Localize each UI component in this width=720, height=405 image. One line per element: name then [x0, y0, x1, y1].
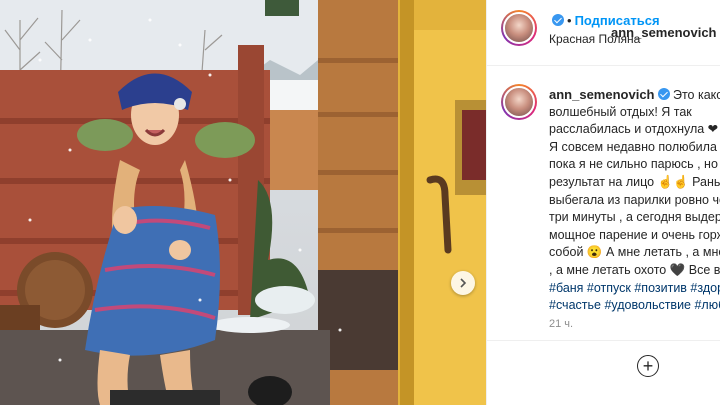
caption-line: расслабилась и отдохнула ❤ — [549, 122, 719, 137]
post-actions: + — [487, 340, 720, 405]
caption-username[interactable]: ann_semenovich — [549, 87, 655, 102]
next-photo-button[interactable] — [451, 271, 475, 295]
avatar[interactable] — [501, 10, 537, 46]
post-timestamp[interactable]: 21 ч. — [549, 318, 573, 330]
post-caption: ann_semenovich Это какой-то волшебный от… — [487, 78, 720, 328]
plus-circle-icon[interactable]: + — [637, 355, 659, 377]
header-user-row: ann_semenovich • Подписаться — [549, 12, 717, 40]
chevron-right-icon — [460, 278, 467, 288]
caption-line: пока я не сильно парюсь , но — [549, 157, 718, 172]
caption-line: выбегала из парилки ровно через — [549, 192, 720, 207]
caption-avatar[interactable] — [501, 84, 537, 120]
caption-line: результат на лицо ☝☝ Раньше — [549, 174, 720, 189]
photo-scene — [0, 0, 486, 405]
hashtags-line[interactable]: #счастье #удовольствие #любовь — [549, 297, 720, 315]
verified-badge-icon — [552, 14, 564, 26]
post-side-panel: ann_semenovich • Подписаться Красная Полян… — [486, 0, 720, 405]
verified-badge-icon — [657, 88, 670, 100]
caption-line: Я совсем недавно полюбила баню, — [549, 139, 720, 154]
caption-line-text: Это какой-то — [672, 88, 720, 102]
post-photo[interactable] — [0, 0, 486, 405]
caption-line: волшебный отдых! Я так — [549, 104, 692, 119]
location-link[interactable]: Красная Поляна — [549, 32, 640, 46]
caption-line: , а мне летать охото 🖤 Все в баню! — [549, 262, 720, 277]
caption-text: ann_semenovich Это какой-то волшебный от… — [549, 86, 720, 315]
post-header: ann_semenovich • Подписаться Красная Полян… — [487, 0, 720, 66]
separator-dot: • — [567, 13, 572, 28]
caption-line: собой 😮 А мне летать , а мне — [549, 245, 720, 260]
caption-line: мощное парение и очень горжусь — [549, 227, 720, 242]
caption-line: ann_semenovich Это какой-то — [549, 86, 720, 104]
hashtags-line[interactable]: #баня #отпуск #позитив #здоровье — [549, 280, 720, 298]
caption-line: три минуты , а сегодня выдержала — [549, 210, 720, 225]
